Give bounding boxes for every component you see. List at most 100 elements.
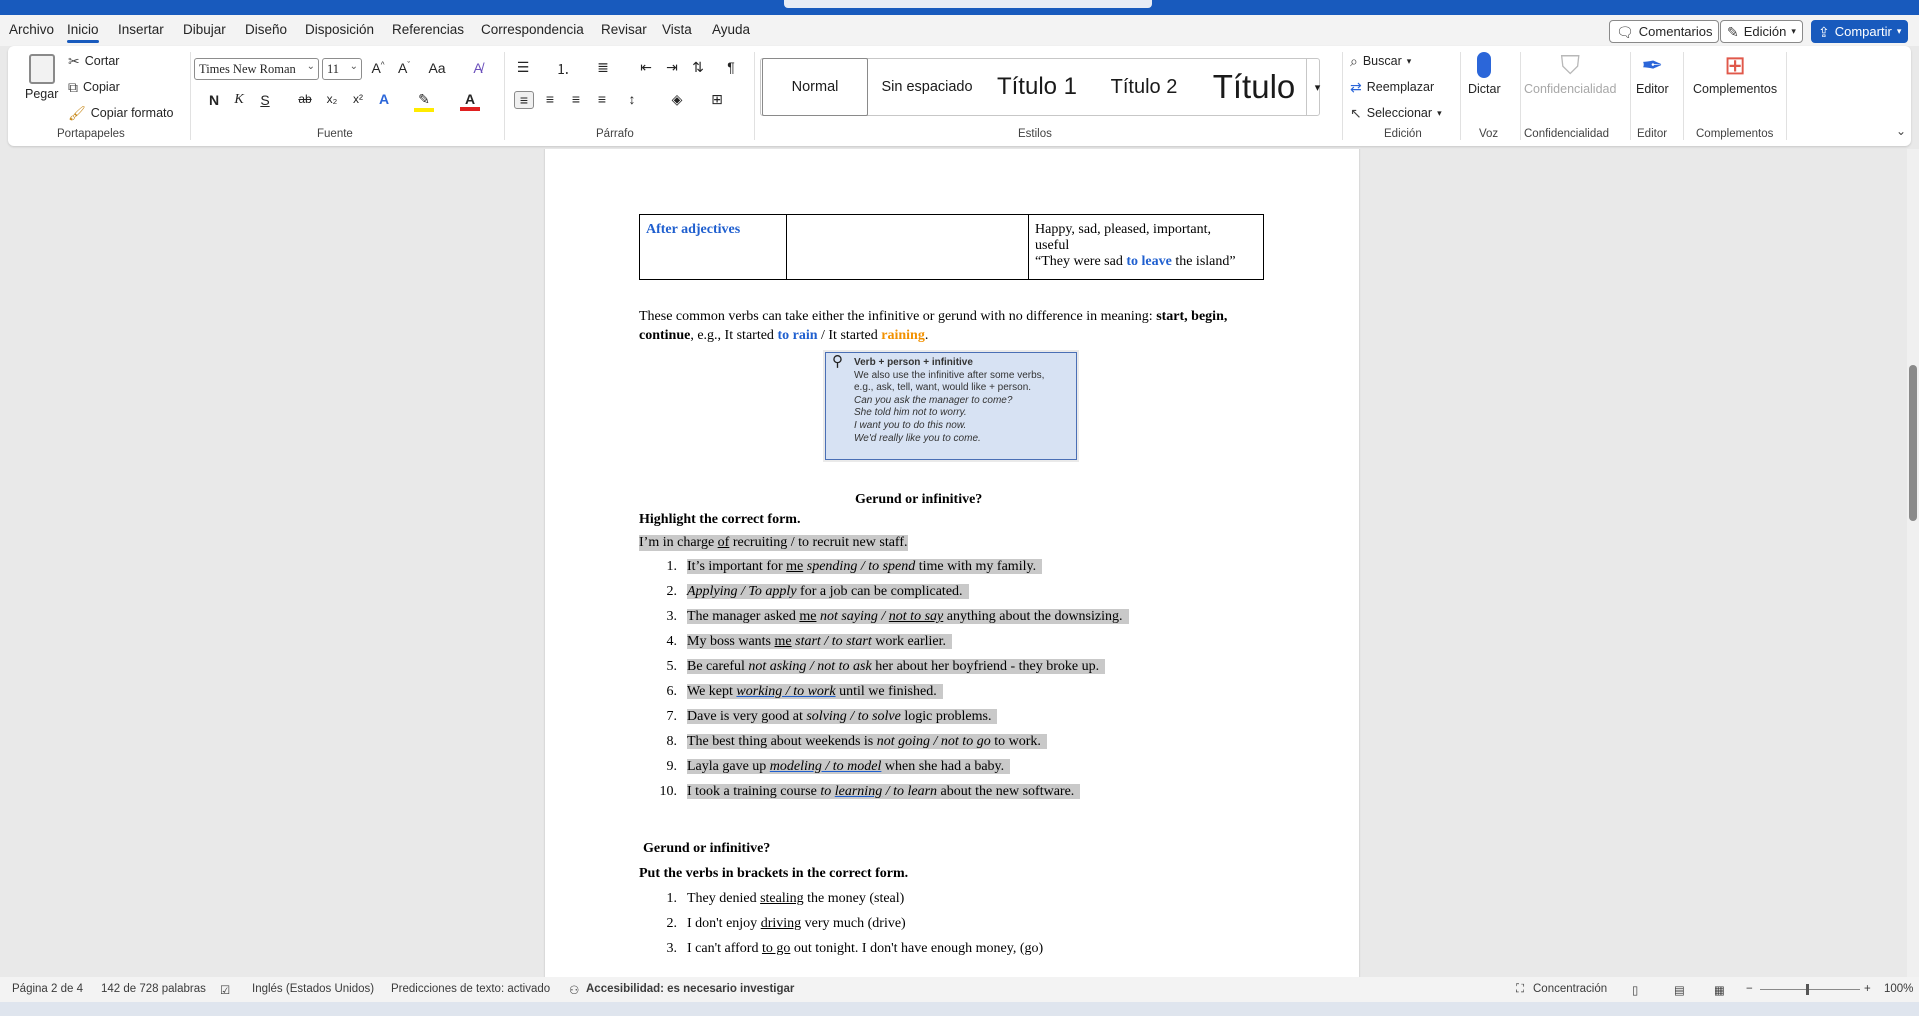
numbering-icon[interactable]: ⒈: [553, 59, 573, 79]
highlighter-icon[interactable]: ✎: [414, 91, 434, 112]
document-canvas[interactable]: After adjectives Happy, sad, pleased, im…: [0, 149, 1907, 977]
italic-button[interactable]: K: [229, 92, 249, 108]
tip-title: Verb + person + infinitive: [854, 357, 973, 368]
tab-referencias[interactable]: Referencias: [392, 22, 464, 37]
superscript-button[interactable]: x²: [348, 92, 368, 106]
paste-button[interactable]: Pegar: [25, 54, 58, 101]
tab-vista[interactable]: Vista: [662, 22, 692, 37]
paste-label: Pegar: [25, 87, 59, 101]
font-color-icon[interactable]: A: [460, 91, 480, 111]
ribbon-separator: [190, 52, 191, 140]
font-size-combo[interactable]: 11 ⌄: [322, 58, 362, 80]
zoom-slider[interactable]: [1760, 989, 1860, 990]
grammar-tip-image[interactable]: ⚲ Verb + person + infinitive We also use…: [825, 352, 1077, 460]
line-spacing-icon[interactable]: ↕: [622, 91, 642, 107]
bullets-icon[interactable]: ☰: [513, 59, 533, 76]
addins-button[interactable]: ⊞ Complementos: [1693, 52, 1777, 96]
print-layout-icon[interactable]: ▤: [1674, 983, 1685, 997]
justify-icon[interactable]: ≡: [592, 91, 612, 107]
zoom-slider-thumb[interactable]: [1806, 984, 1809, 995]
table-cell-text: useful: [1035, 238, 1070, 253]
web-layout-icon[interactable]: ▦: [1714, 983, 1725, 997]
tab-diseno[interactable]: Diseño: [245, 22, 287, 37]
style-heading-2[interactable]: Título 2: [1094, 58, 1194, 116]
style-normal[interactable]: Normal: [762, 58, 868, 116]
share-button[interactable]: ⇪ Compartir ▾: [1811, 20, 1909, 43]
tab-ayuda[interactable]: Ayuda: [712, 22, 750, 37]
find-button[interactable]: ⌕ Buscar ▾: [1350, 54, 1411, 68]
sort-icon[interactable]: ⇅: [688, 59, 708, 76]
grow-font-icon[interactable]: A^: [368, 60, 388, 76]
scrollbar-thumb[interactable]: [1909, 365, 1917, 521]
style-heading-1[interactable]: Título 1: [984, 58, 1090, 116]
list-item: 9. Layla gave up modeling / to model when…: [639, 759, 1011, 775]
group-label-editor: Editor: [1637, 128, 1668, 140]
cut-button[interactable]: ✂ Cortar: [68, 54, 119, 68]
search-box[interactable]: [784, 0, 1152, 8]
copy-button[interactable]: ⧉ Copiar: [68, 80, 120, 94]
editor-button[interactable]: ✒ Editor: [1636, 52, 1669, 96]
align-center-icon[interactable]: ≡: [540, 91, 560, 107]
tab-correspondencia[interactable]: Correspondencia: [481, 22, 584, 37]
underline-button[interactable]: S: [255, 92, 275, 108]
language-status[interactable]: Inglés (Estados Unidos): [252, 983, 374, 995]
page-count[interactable]: Página 2 de 4: [12, 983, 83, 995]
comments-button[interactable]: 🗨 Comentarios: [1609, 20, 1720, 43]
multilevel-list-icon[interactable]: ≣: [593, 59, 613, 76]
shading-icon[interactable]: ◈: [667, 91, 687, 108]
font-name-combo[interactable]: Times New Roman ⌄: [194, 58, 319, 80]
tab-inicio[interactable]: Inicio: [67, 22, 99, 43]
tab-revisar[interactable]: Revisar: [601, 22, 647, 37]
tab-archivo[interactable]: Archivo: [9, 22, 54, 37]
borders-icon[interactable]: ⊞: [707, 91, 727, 108]
replace-label: Reemplazar: [1366, 80, 1435, 94]
style-no-spacing[interactable]: Sin espaciado: [874, 58, 980, 116]
section-title: Gerund or infinitive?: [643, 841, 771, 856]
accessibility-status[interactable]: Accesibilidad: es necesario investigar: [586, 983, 794, 995]
ribbon-separator: [754, 52, 755, 140]
styles-more-icon[interactable]: ▾: [1306, 58, 1328, 116]
collapse-ribbon-icon[interactable]: ⌄: [1896, 124, 1906, 138]
dictate-button[interactable]: Dictar: [1468, 52, 1501, 96]
clear-formatting-icon[interactable]: A̸: [468, 60, 488, 76]
document-page[interactable]: After adjectives Happy, sad, pleased, im…: [545, 149, 1359, 977]
zoom-in-icon[interactable]: +: [1864, 983, 1871, 995]
tab-insertar[interactable]: Insertar: [118, 22, 164, 37]
replace-button[interactable]: ⇄ Reemplazar: [1350, 80, 1434, 94]
proofing-icon[interactable]: ☑: [220, 983, 230, 997]
text-effects-icon[interactable]: A: [374, 91, 394, 107]
share-label: Compartir: [1834, 24, 1892, 39]
word-count[interactable]: 142 de 728 palabras: [101, 983, 206, 995]
quote-infinitive: to leave: [1126, 254, 1172, 269]
shrink-font-icon[interactable]: Aˇ: [394, 60, 414, 76]
vertical-scrollbar[interactable]: [1907, 149, 1919, 977]
tab-disposicion[interactable]: Disposición: [305, 22, 374, 37]
align-left-icon[interactable]: ≡: [514, 91, 534, 109]
decrease-indent-icon[interactable]: ⇤: [636, 59, 656, 76]
tip-line: Can you ask the manager to come?: [854, 394, 1013, 406]
align-right-icon[interactable]: ≡: [566, 91, 586, 107]
pilcrow-icon[interactable]: ¶: [721, 59, 741, 75]
format-painter-button[interactable]: 🖌 Copiar formato: [68, 106, 173, 120]
editing-mode-button[interactable]: ✎ Edición ▾: [1720, 20, 1803, 43]
style-title[interactable]: Título: [1198, 58, 1310, 116]
read-mode-icon[interactable]: ▯: [1632, 983, 1638, 997]
increase-indent-icon[interactable]: ⇥: [662, 59, 682, 76]
font-name-value: Times New Roman: [199, 62, 296, 76]
ribbon-separator: [1683, 52, 1684, 140]
subscript-button[interactable]: x₂: [322, 92, 342, 106]
focus-mode-button[interactable]: Concentración: [1533, 983, 1607, 995]
list-item: 2. Applying / To apply for a job can be c…: [639, 584, 969, 600]
paragraph-text: , e.g., It started: [690, 328, 778, 343]
select-button[interactable]: ↖ Seleccionar ▾: [1350, 106, 1442, 120]
zoom-level[interactable]: 100%: [1884, 983, 1913, 995]
zoom-out-icon[interactable]: −: [1746, 983, 1753, 995]
strikethrough-button[interactable]: ab: [295, 92, 315, 106]
ribbon-separator: [1342, 52, 1343, 140]
sensitivity-button[interactable]: ⛉ Confidencialidad: [1524, 52, 1616, 96]
bold-button[interactable]: N: [204, 92, 224, 108]
text-predictions-status[interactable]: Predicciones de texto: activado: [391, 983, 550, 995]
change-case-button[interactable]: Aa: [422, 60, 452, 76]
menu-bar: Archivo Inicio Insertar Dibujar Diseño D…: [0, 15, 1919, 46]
tab-dibujar[interactable]: Dibujar: [183, 22, 226, 37]
